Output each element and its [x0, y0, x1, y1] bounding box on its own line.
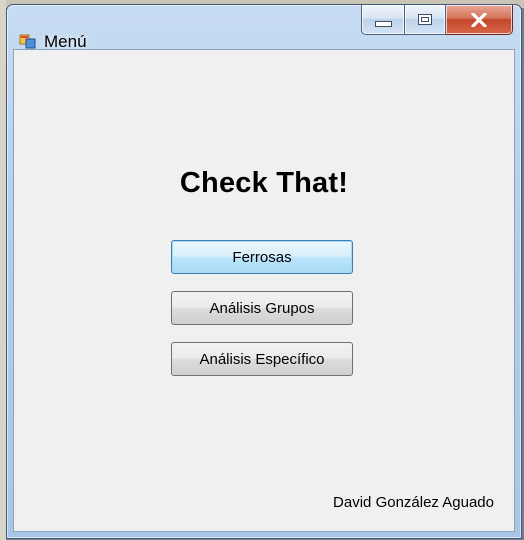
- ferrosas-button[interactable]: Ferrosas: [171, 240, 353, 274]
- close-icon: [471, 12, 487, 27]
- app-heading: Check That!: [179, 167, 349, 199]
- close-button[interactable]: [446, 5, 513, 35]
- minimize-button[interactable]: [361, 5, 405, 35]
- title-bar[interactable]: Menú: [7, 5, 521, 51]
- maximize-icon: [418, 14, 432, 25]
- window-app-icon[interactable]: [19, 33, 36, 50]
- minimize-icon: [374, 21, 392, 27]
- analisis-grupos-button[interactable]: Análisis Grupos: [171, 291, 353, 325]
- client-area: Check That! Ferrosas Análisis Grupos Aná…: [13, 49, 515, 532]
- analisis-especifico-button[interactable]: Análisis Específico: [171, 342, 353, 376]
- menu-window: Menú Check That! Ferrosas Análisis Grupo…: [6, 4, 522, 539]
- caption-buttons: [361, 5, 513, 37]
- maximize-button[interactable]: [405, 5, 446, 35]
- author-label: David González Aguado: [333, 494, 494, 511]
